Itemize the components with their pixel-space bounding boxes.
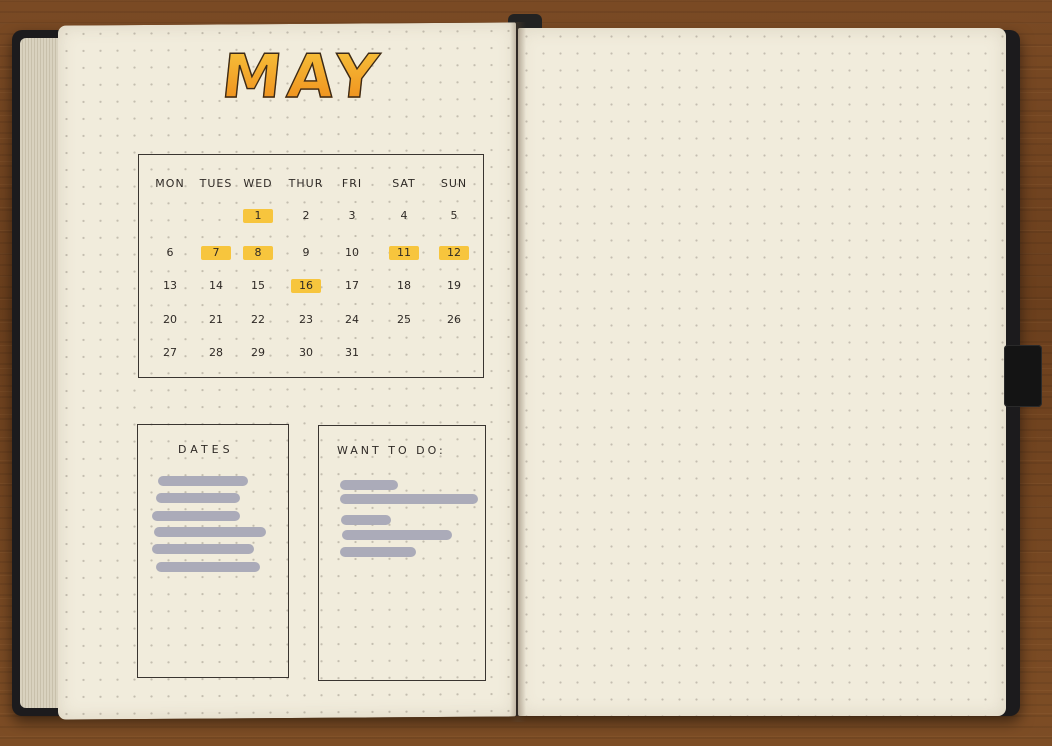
calendar-day: 30 <box>299 346 313 359</box>
redacted-entry <box>152 544 254 554</box>
calendar-day: 9 <box>302 246 310 259</box>
calendar-day-highlighted: 12 <box>439 246 469 260</box>
calendar-day: 21 <box>209 313 223 326</box>
calendar-day: 15 <box>251 279 265 292</box>
redacted-entry <box>158 476 248 486</box>
calendar-day: 10 <box>345 246 359 259</box>
calendar-day: 28 <box>209 346 223 359</box>
dates-box-title: DATES <box>178 443 234 456</box>
redacted-entry <box>156 562 260 572</box>
calendar-day: 13 <box>163 279 177 292</box>
calendar-day-highlighted: 11 <box>389 246 419 260</box>
calendar-day-highlighted: 1 <box>243 209 273 223</box>
calendar-day: 18 <box>397 279 411 292</box>
redacted-entry <box>156 493 240 503</box>
calendar-day: 23 <box>299 313 313 326</box>
right-page <box>518 28 1006 716</box>
calendar-day: 25 <box>397 313 411 326</box>
month-calendar: MON TUES WED THUR FRI SAT SUN 1 2 3 4 5 6 7 8 9 10 11 12 13… <box>138 154 484 378</box>
calendar-day: 3 <box>348 209 356 222</box>
calendar-day: 29 <box>251 346 265 359</box>
redacted-entry <box>341 515 391 525</box>
page-gutter <box>510 22 526 722</box>
weekday-sat: SAT <box>392 177 416 190</box>
calendar-day: 24 <box>345 313 359 326</box>
calendar-day: 14 <box>209 279 223 292</box>
calendar-day: 6 <box>166 246 174 259</box>
elastic-band <box>1004 345 1042 407</box>
redacted-entry <box>152 511 240 521</box>
weekday-mon: MON <box>155 177 185 190</box>
calendar-day-highlighted: 8 <box>243 246 273 260</box>
calendar-day: 4 <box>400 209 408 222</box>
redacted-entry <box>340 480 398 490</box>
calendar-day: 22 <box>251 313 265 326</box>
calendar-day: 19 <box>447 279 461 292</box>
redacted-entry <box>340 547 416 557</box>
calendar-day-highlighted: 16 <box>291 279 321 293</box>
redacted-entry <box>154 527 266 537</box>
weekday-sun: SUN <box>440 177 468 190</box>
redacted-entry <box>342 530 452 540</box>
calendar-day: 5 <box>450 209 458 222</box>
calendar-day: 31 <box>345 346 359 359</box>
calendar-day: 2 <box>302 209 310 222</box>
month-title: MAY <box>174 41 431 112</box>
weekday-tues: TUES <box>199 177 233 190</box>
weekday-fri: FRI <box>341 177 363 190</box>
redacted-entry <box>340 494 478 504</box>
calendar-day: 27 <box>163 346 177 359</box>
calendar-day: 20 <box>163 313 177 326</box>
calendar-day-highlighted: 7 <box>201 246 231 260</box>
weekday-wed: WED <box>243 177 273 190</box>
calendar-day: 17 <box>345 279 359 292</box>
calendar-day: 26 <box>447 313 461 326</box>
want-to-do-box-title: WANT TO DO: <box>337 444 446 457</box>
weekday-thur: THUR <box>288 177 324 190</box>
